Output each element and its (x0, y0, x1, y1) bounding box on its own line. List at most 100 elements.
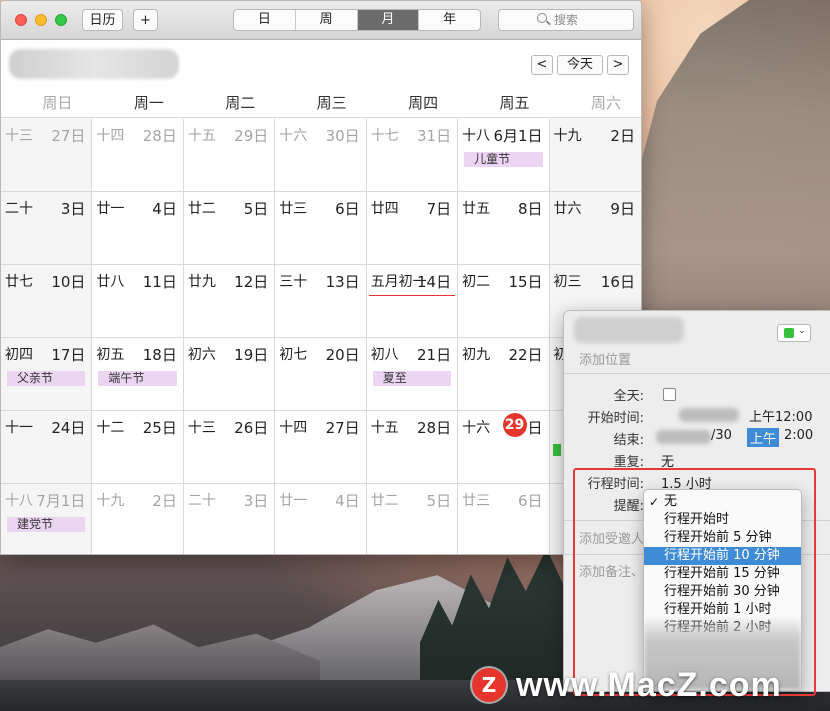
weekday-tue: 周二 (225, 94, 256, 112)
day-number: 11日 (142, 273, 177, 291)
weekday-sun: 周日 (42, 94, 73, 112)
day-cell[interactable]: 初二 15日 (458, 265, 550, 337)
day-cell[interactable]: 廿四 7日 (367, 192, 459, 264)
lunar-date: 初三 (553, 274, 582, 290)
weekday-wed: 周三 (316, 94, 347, 112)
tab-day[interactable]: 日 (234, 10, 296, 30)
lunar-date: 十六 (279, 128, 308, 144)
minimize-button[interactable] (35, 14, 47, 26)
lunar-date: 十三 (187, 420, 216, 436)
day-cell[interactable]: 廿一 4日 (92, 192, 184, 264)
lunar-date: 十四 (279, 420, 308, 436)
lunar-date: 十三 (5, 128, 33, 144)
day-cell[interactable]: 廿二 5日 (184, 192, 276, 264)
day-cell[interactable]: 初九 22日 (458, 338, 550, 410)
day-cell[interactable]: 十五 29日 (184, 119, 276, 191)
event-title-redacted[interactable] (574, 317, 684, 343)
day-cell[interactable]: 十三 27日 (1, 119, 93, 191)
lunar-date: 十五 (370, 420, 399, 436)
lunar-date: 十二 (96, 420, 125, 436)
day-cell[interactable]: 初六 19日 (184, 338, 276, 410)
day-cell[interactable]: 二十 3日 (184, 484, 276, 554)
calendar-color-swatch (784, 328, 794, 338)
end-time[interactable]: 2:00 (784, 428, 813, 443)
zoom-button[interactable] (55, 14, 67, 26)
annotation-highlight-box (573, 468, 816, 696)
calendars-button[interactable]: 日历 (82, 9, 123, 31)
tab-month[interactable]: 月 (357, 10, 420, 30)
lunar-date: 十九 (553, 128, 582, 144)
week-row: 二十 3日 廿一 4日 廿二 5日 廿三 6日 廿四 7日 廿五 8日 廿六 9日 (1, 192, 641, 265)
today-button[interactable]: 今天 (557, 55, 603, 75)
day-cell[interactable]: 三十 13日 (275, 265, 367, 337)
day-number: 7月1日 (36, 492, 86, 510)
day-cell[interactable]: 十三 26日 (184, 411, 276, 483)
holiday-event[interactable]: 儿童节 (464, 152, 543, 167)
day-cell[interactable]: 十九 2日 (92, 484, 184, 554)
lunar-date: 初五 (96, 347, 125, 363)
day-cell[interactable]: 十一 24日 (1, 411, 93, 483)
day-number: 6日 (335, 200, 360, 218)
day-cell[interactable]: 廿五 8日 (458, 192, 550, 264)
lunar-date: 廿二 (187, 201, 216, 217)
end-date-redacted[interactable] (656, 430, 711, 444)
start-date-redacted[interactable] (679, 408, 739, 422)
day-cell[interactable]: 十六 30日 (275, 119, 367, 191)
end-date-suffix[interactable]: /30 (711, 428, 732, 443)
weekday-mon: 周一 (133, 94, 164, 112)
day-cell[interactable]: 十二 25日 (92, 411, 184, 483)
holiday-event[interactable]: 父亲节 (7, 371, 86, 386)
day-cell[interactable]: 廿七 10日 (1, 265, 93, 337)
prev-month-button[interactable]: < (531, 55, 553, 75)
day-cell[interactable]: 十五 28日 (367, 411, 459, 483)
start-time[interactable]: 上午12:00 (749, 406, 812, 425)
close-button[interactable] (15, 14, 27, 26)
day-cell[interactable]: 廿三 6日 (275, 192, 367, 264)
day-number: 28日 (142, 127, 177, 145)
search-input[interactable]: 搜索 (498, 9, 634, 31)
day-cell[interactable]: 十七 31日 (367, 119, 459, 191)
day-cell[interactable]: 初七 20日 (275, 338, 367, 410)
day-cell[interactable]: 廿一 4日 (275, 484, 367, 554)
day-cell[interactable]: 十六 29 日 (458, 411, 550, 483)
day-cell[interactable]: 廿八 11日 (92, 265, 184, 337)
holiday-event[interactable]: 夏至 (372, 371, 452, 386)
day-cell[interactable]: 二十 3日 (1, 192, 93, 264)
watermark-text: www.MacZ.com (516, 665, 782, 704)
lunar-date: 初四 (5, 347, 33, 363)
lunar-date: 初二 (462, 274, 491, 290)
all-day-checkbox[interactable] (663, 388, 676, 401)
holiday-event[interactable]: 端午节 (98, 371, 177, 386)
tab-year[interactable]: 年 (419, 10, 480, 30)
day-cell[interactable]: 初八 21日 夏至 (367, 338, 459, 410)
day-cell[interactable]: 五月初一 14日 (367, 265, 459, 337)
day-cell[interactable]: 十九 2日 (549, 119, 641, 191)
day-cell[interactable]: 十八 6月1日 儿童节 (458, 119, 550, 191)
day-cell[interactable]: 廿三 6日 (458, 484, 550, 554)
day-cell[interactable]: 十八 7月1日 建党节 (1, 484, 93, 554)
lunar-date: 十五 (187, 128, 216, 144)
calendar-color-button[interactable]: ⌄ (777, 324, 811, 342)
day-cell[interactable]: 十四 28日 (92, 119, 184, 191)
watermark-logo: Z (472, 668, 506, 702)
day-number: 3日 (243, 492, 269, 510)
lunar-date: 初七 (279, 347, 308, 363)
day-cell[interactable]: 廿六 9日 (549, 192, 641, 264)
add-event-button[interactable]: + (133, 9, 158, 31)
end-ampm[interactable]: 上午 (747, 428, 780, 447)
day-cell[interactable]: 初五 18日 端午节 (92, 338, 184, 410)
month-title-redacted (9, 49, 179, 79)
tab-week[interactable]: 周 (296, 10, 358, 30)
day-cell[interactable]: 廿二 5日 (367, 484, 459, 554)
holiday-event[interactable]: 建党节 (7, 517, 86, 532)
day-number: 14日 (417, 273, 452, 291)
lunar-date: 十八 (462, 128, 491, 144)
day-cell[interactable]: 廿九 12日 (184, 265, 276, 337)
week-row: 十八 7月1日 建党节 十九 2日 二十 3日 廿一 4日 廿二 5日 廿三 6日 (1, 484, 641, 554)
today-marker: 29 (502, 413, 527, 437)
day-cell[interactable]: 初四 17日 父亲节 (1, 338, 93, 410)
next-month-button[interactable]: > (607, 55, 629, 75)
add-location-field[interactable]: 添加位置 (579, 349, 631, 368)
day-cell[interactable]: 十四 27日 (275, 411, 367, 483)
end-label: 结束: (613, 433, 644, 448)
